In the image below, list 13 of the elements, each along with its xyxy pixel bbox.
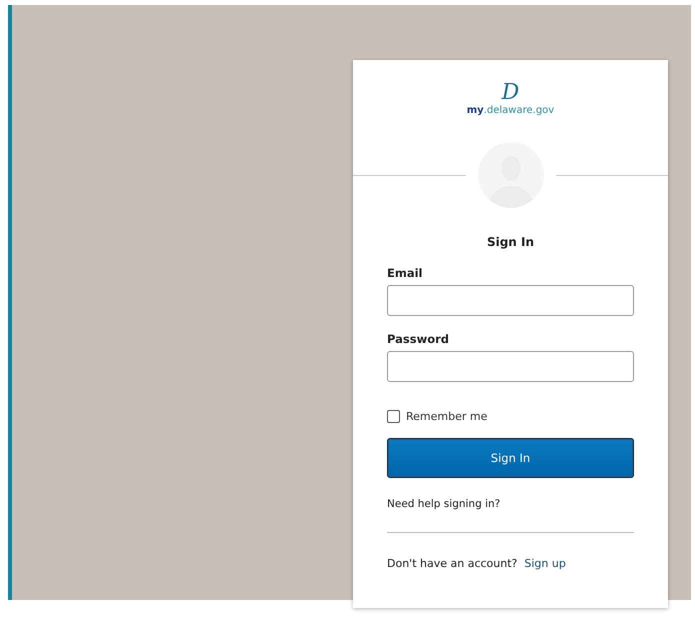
sign-in-button[interactable]: Sign In	[387, 438, 634, 478]
sign-up-link[interactable]: Sign up	[524, 557, 566, 570]
form-title: Sign In	[486, 235, 536, 249]
site-logo: my.delaware.gov	[466, 104, 554, 117]
password-field[interactable]	[387, 351, 634, 382]
help-link[interactable]: Need help signing in?	[387, 498, 500, 510]
field-label: Email	[387, 266, 422, 280]
logo-mark: D	[502, 82, 520, 104]
email-field[interactable]	[387, 285, 634, 316]
remember-label: Remember me	[406, 410, 488, 423]
signup-prompt: Don't have an account?	[387, 557, 518, 570]
field-label: Password	[387, 332, 449, 346]
remember-checkbox[interactable]	[387, 410, 400, 423]
